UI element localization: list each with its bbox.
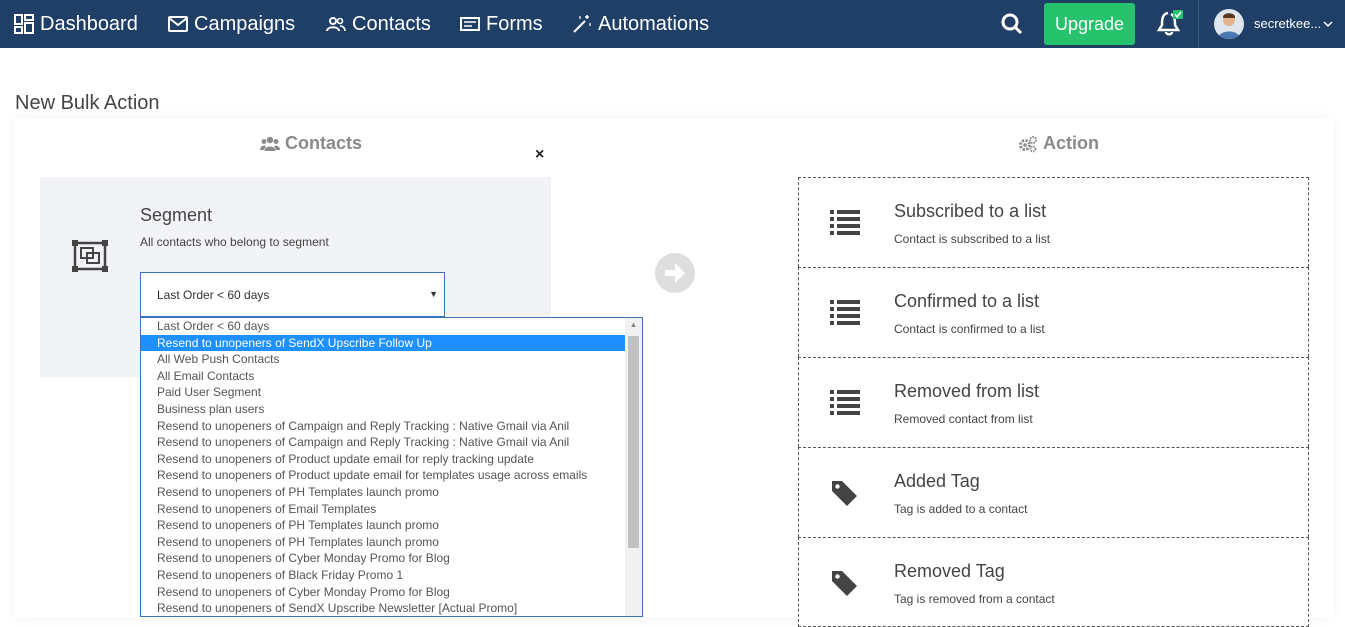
list-icon bbox=[829, 298, 861, 326]
action-item[interactable]: Added Tag Tag is added to a contact bbox=[798, 447, 1309, 537]
form-icon bbox=[460, 17, 480, 31]
dropdown-option[interactable]: Business plan users bbox=[141, 401, 626, 418]
dropdown-option[interactable]: Resend to unopeners of Black Friday Prom… bbox=[141, 567, 626, 584]
dropdown-scrollbar[interactable]: ▲ bbox=[625, 318, 642, 616]
avatar-icon bbox=[1218, 13, 1240, 39]
dropdown-option[interactable]: Resend to unopeners of Email Templates bbox=[141, 501, 626, 518]
dropdown-option[interactable]: Resend to unopeners of PH Templates laun… bbox=[141, 534, 626, 551]
magic-wand-icon bbox=[573, 15, 591, 33]
segment-icon bbox=[72, 240, 108, 272]
nav-forms[interactable]: Forms bbox=[460, 0, 543, 48]
scroll-up-arrow-icon[interactable]: ▲ bbox=[625, 320, 642, 334]
nav-campaigns-label: Campaigns bbox=[194, 12, 296, 35]
dropdown-option[interactable]: Resend to unopeners of PH Templates laun… bbox=[141, 517, 626, 534]
scrollbar-thumb[interactable] bbox=[628, 336, 639, 548]
action-item-title: Added Tag bbox=[894, 471, 980, 491]
segment-title: Segment bbox=[140, 205, 213, 225]
page-title: New Bulk Action bbox=[15, 92, 160, 114]
avatar[interactable] bbox=[1214, 9, 1244, 39]
dropdown-options: Last Order < 60 days Resend to unopeners … bbox=[141, 318, 642, 616]
search-icon[interactable] bbox=[1000, 12, 1024, 36]
dropdown-option[interactable]: Resend to unopeners of Product update em… bbox=[141, 467, 626, 484]
username-label: secretkee... bbox=[1254, 16, 1322, 31]
nav-divider bbox=[1198, 0, 1199, 48]
dropdown-option[interactable]: All Email Contacts bbox=[141, 368, 626, 385]
action-item-description: Tag is added to a contact bbox=[894, 502, 1028, 516]
action-list: Subscribed to a list Contact is subscribe… bbox=[798, 177, 1309, 627]
dropdown-option[interactable]: Resend to unopeners of Cyber Monday Prom… bbox=[141, 550, 626, 567]
upgrade-button[interactable]: Upgrade bbox=[1044, 3, 1135, 45]
contacts-heading-label: Contacts bbox=[285, 133, 363, 153]
action-item-title: Subscribed to a list bbox=[894, 201, 1047, 221]
action-item[interactable]: Subscribed to a list Contact is subscribe… bbox=[798, 177, 1309, 267]
contacts-heading: Contacts bbox=[260, 133, 362, 154]
dashboard-icon bbox=[14, 14, 34, 34]
cogs-icon bbox=[1019, 135, 1037, 152]
dropdown-option[interactable]: Resend to unopeners of PH Templates laun… bbox=[141, 484, 626, 501]
dropdown-option[interactable]: Paid User Segment bbox=[141, 384, 626, 401]
dropdown-option[interactable]: Resend to unopeners of Campaign and Repl… bbox=[141, 418, 626, 435]
users-icon bbox=[326, 17, 346, 32]
action-item[interactable]: Confirmed to a list Contact is confirmed … bbox=[798, 267, 1309, 357]
bell-icon[interactable] bbox=[1155, 9, 1185, 39]
dropdown-option[interactable]: Resend to unopeners of SendX Upscribe Fo… bbox=[141, 334, 626, 352]
caret-down-icon: ▼ bbox=[429, 289, 438, 299]
nav-contacts[interactable]: Contacts bbox=[326, 0, 431, 48]
nav-campaigns[interactable]: Campaigns bbox=[168, 0, 295, 48]
nav-automations[interactable]: Automations bbox=[572, 0, 709, 48]
top-navbar: Dashboard Campaigns Contacts Forms Autom… bbox=[0, 0, 1345, 48]
dropdown-option[interactable]: Last Order < 60 days bbox=[141, 318, 626, 335]
action-item-title: Removed Tag bbox=[894, 561, 1005, 581]
nav-forms-label: Forms bbox=[486, 12, 543, 35]
tag-icon bbox=[829, 568, 861, 596]
segment-description: All contacts who belong to segment bbox=[140, 235, 329, 249]
action-item-description: Contact is confirmed to a list bbox=[894, 322, 1045, 336]
nav-automations-label: Automations bbox=[598, 12, 710, 35]
action-item-description: Removed contact from list bbox=[894, 412, 1033, 426]
action-item-description: Tag is removed from a contact bbox=[894, 592, 1055, 606]
user-menu[interactable]: secretkee... bbox=[1254, 16, 1334, 31]
envelope-icon bbox=[168, 16, 188, 32]
dropdown-option[interactable]: Resend to unopeners of SendX Upscribe Ne… bbox=[141, 600, 626, 616]
list-icon bbox=[829, 388, 861, 416]
dropdown-option[interactable]: Resend to unopeners of Cyber Monday Prom… bbox=[141, 584, 626, 601]
dropdown-option[interactable]: Resend to unopeners of Campaign and Repl… bbox=[141, 434, 626, 451]
action-item-title: Confirmed to a list bbox=[894, 291, 1040, 311]
action-item[interactable]: Removed Tag Tag is removed from a contact bbox=[798, 537, 1309, 627]
users-icon bbox=[260, 136, 280, 151]
nav-dashboard-label: Dashboard bbox=[40, 12, 138, 35]
action-heading: Action bbox=[1018, 133, 1099, 154]
dropdown-option[interactable]: Resend to unopeners of Product update em… bbox=[141, 451, 626, 468]
segment-dropdown-list[interactable]: Last Order < 60 days Resend to unopeners … bbox=[140, 317, 643, 617]
action-item-description: Contact is subscribed to a list bbox=[894, 232, 1051, 246]
arrow-right-circle-icon bbox=[655, 253, 695, 293]
segment-select-value: Last Order < 60 days bbox=[157, 287, 270, 302]
action-item-title: Removed from list bbox=[894, 381, 1040, 401]
nav-contacts-label: Contacts bbox=[352, 12, 431, 35]
action-item[interactable]: Removed from list Removed contact from li… bbox=[798, 357, 1309, 447]
dropdown-option[interactable]: All Web Push Contacts bbox=[141, 351, 626, 368]
tag-icon bbox=[829, 478, 861, 506]
action-heading-label: Action bbox=[1043, 133, 1099, 153]
segment-select[interactable]: Last Order < 60 days ▼ bbox=[140, 272, 445, 317]
list-icon bbox=[829, 208, 861, 236]
nav-dashboard[interactable]: Dashboard bbox=[14, 0, 138, 48]
close-button[interactable]: × bbox=[535, 146, 544, 164]
chevron-down-icon bbox=[1323, 20, 1333, 27]
